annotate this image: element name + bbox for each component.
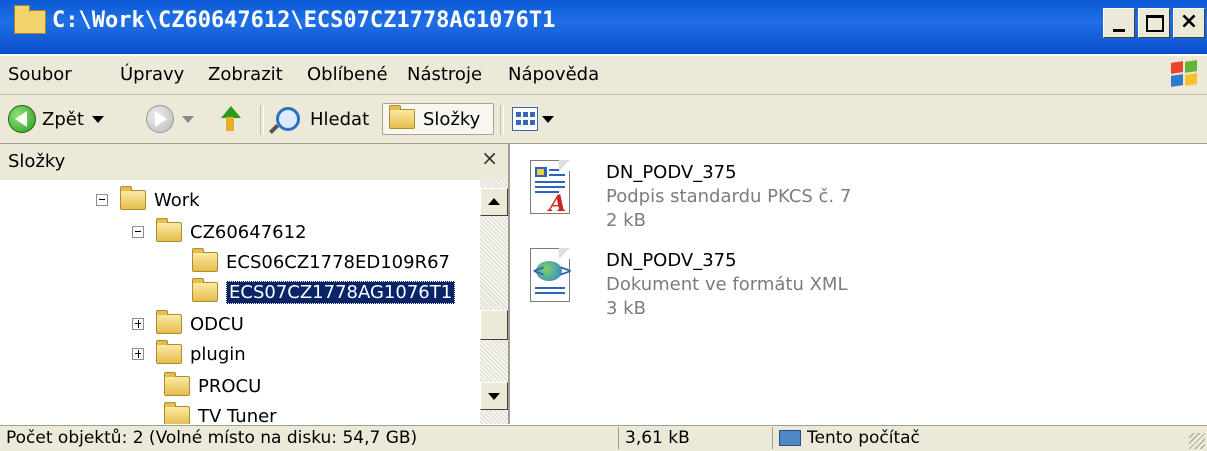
menu-upravy[interactable]: Úpravy xyxy=(120,64,184,85)
back-label: Zpět xyxy=(42,108,84,130)
status-object-count: Počet objektů: 2 (Volné místo na disku: … xyxy=(6,428,418,448)
folder-window-icon xyxy=(14,5,46,34)
scroll-thumb[interactable] xyxy=(480,310,508,340)
folders-button[interactable]: Složky xyxy=(382,103,494,135)
folder-icon xyxy=(164,372,190,396)
close-pane-icon[interactable]: × xyxy=(481,146,498,170)
menu-bar: Soubor Úpravy Zobrazit Oblíbené Nástroje… xyxy=(0,56,1207,95)
file-name: DN_PODV_375 xyxy=(606,250,737,271)
xml-document-icon: < > xyxy=(530,248,574,304)
scroll-down-icon xyxy=(488,393,500,400)
file-size: 3 kB xyxy=(606,298,646,319)
tree-node-cz60647612[interactable]: CZ60647612 xyxy=(132,218,307,246)
search-icon xyxy=(276,107,300,131)
search-label: Hledat xyxy=(310,108,370,130)
views-dropdown-icon[interactable] xyxy=(542,115,554,123)
tree-node-label: ECS06CZ1778ED109R67 xyxy=(226,251,450,273)
windows-logo-icon xyxy=(1169,60,1199,88)
resize-grip[interactable] xyxy=(1189,433,1205,449)
views-button[interactable] xyxy=(512,103,554,135)
status-location-label: Tento počítač xyxy=(807,428,920,448)
tree-node-ecs07[interactable]: ECS07CZ1778AG1076T1 xyxy=(192,278,456,306)
folder-icon xyxy=(156,310,182,334)
menu-zobrazit[interactable]: Zobrazit xyxy=(208,64,283,85)
file-item[interactable]: < > DN_PODV_375 Dokument ve formátu XML … xyxy=(530,240,1180,320)
menu-napoveda[interactable]: Nápověda xyxy=(508,64,599,85)
title-bar: C:\Work\CZ60647612\ECS07CZ1778AG1076T1 × xyxy=(0,0,1207,54)
views-icon xyxy=(512,107,538,131)
folder-tree: Work CZ60647612 ECS06CZ1778ED109R67 ECS0… xyxy=(0,180,480,424)
tree-scrollbar[interactable] xyxy=(480,180,508,424)
tree-node-work[interactable]: Work xyxy=(96,186,200,214)
menu-nastroje[interactable]: Nástroje xyxy=(407,64,482,85)
folders-pane: Složky × Work CZ60647612 ECS06CZ1778ED10… xyxy=(0,144,510,424)
tree-node-label: ECS07CZ1778AG1076T1 xyxy=(226,280,456,304)
expand-icon[interactable] xyxy=(132,318,144,330)
collapse-icon[interactable] xyxy=(132,226,144,238)
forward-dropdown-icon[interactable] xyxy=(182,115,194,123)
scroll-up-icon xyxy=(488,198,500,205)
maximize-button[interactable] xyxy=(1138,8,1170,38)
menu-oblibene[interactable]: Oblíbené xyxy=(307,64,388,85)
toolbar: Zpět Hledat Složky xyxy=(0,95,1207,144)
back-button[interactable]: Zpět xyxy=(8,103,104,135)
file-size: 2 kB xyxy=(606,210,646,231)
file-list: A DN_PODV_375 Podpis standardu PKCS č. 7… xyxy=(512,144,1207,424)
folders-pane-title: Složky xyxy=(8,151,66,172)
search-button[interactable]: Hledat xyxy=(276,103,369,135)
up-folder-icon xyxy=(218,106,244,132)
folders-icon xyxy=(389,105,415,129)
tree-node-label: plugin xyxy=(190,343,246,365)
up-folder-button[interactable] xyxy=(218,103,244,135)
tree-node-procu[interactable]: PROCU xyxy=(164,372,261,400)
window-title: C:\Work\CZ60647612\ECS07CZ1778AG1076T1 xyxy=(52,8,556,33)
tree-node-label: CZ60647612 xyxy=(190,221,307,243)
tree-node-label: TV Tuner xyxy=(198,405,277,425)
minimize-icon xyxy=(1113,29,1125,32)
folder-open-icon xyxy=(156,218,182,242)
close-button[interactable]: × xyxy=(1173,8,1205,38)
computer-icon xyxy=(779,430,801,446)
maximize-icon xyxy=(1146,15,1164,32)
pkcs-signature-icon: A xyxy=(530,160,574,217)
folder-icon xyxy=(192,248,218,272)
status-bar: Počet objektů: 2 (Volné místo na disku: … xyxy=(0,425,1207,451)
file-type: Dokument ve formátu XML xyxy=(606,274,848,295)
folders-pane-header: Složky × xyxy=(0,144,508,180)
expand-icon[interactable] xyxy=(132,348,144,360)
tree-node-label: ODCU xyxy=(190,313,244,335)
forward-arrow-icon xyxy=(146,105,174,133)
status-location: Tento počítač xyxy=(772,427,1172,449)
toolbar-separator xyxy=(500,105,504,135)
collapse-icon[interactable] xyxy=(96,194,108,206)
forward-button[interactable] xyxy=(146,103,194,135)
tree-node-label: PROCU xyxy=(198,375,262,397)
tree-node-label: Work xyxy=(154,189,200,211)
scroll-up-button[interactable] xyxy=(480,188,508,216)
folder-open-icon xyxy=(120,186,146,210)
folders-label: Složky xyxy=(423,108,481,130)
scroll-down-button[interactable] xyxy=(480,382,508,410)
minimize-button[interactable] xyxy=(1103,8,1135,38)
file-type: Podpis standardu PKCS č. 7 xyxy=(606,186,852,207)
folder-open-icon xyxy=(192,278,218,302)
folder-icon xyxy=(164,402,190,424)
menu-soubor[interactable]: Soubor xyxy=(8,64,72,85)
status-size: 3,61 kB xyxy=(618,427,770,449)
tree-node-odcu[interactable]: ODCU xyxy=(132,310,244,338)
file-item[interactable]: A DN_PODV_375 Podpis standardu PKCS č. 7… xyxy=(530,152,1180,232)
toolbar-separator xyxy=(260,105,264,135)
file-name: DN_PODV_375 xyxy=(606,162,737,183)
folder-icon xyxy=(156,340,182,364)
close-icon: × xyxy=(1179,9,1199,34)
back-dropdown-icon[interactable] xyxy=(91,115,104,123)
tree-node-plugin[interactable]: plugin xyxy=(132,340,246,368)
back-arrow-icon xyxy=(8,105,36,133)
tree-node-tv-tuner[interactable]: TV Tuner xyxy=(164,402,277,424)
tree-node-ecs06[interactable]: ECS06CZ1778ED109R67 xyxy=(192,248,450,276)
